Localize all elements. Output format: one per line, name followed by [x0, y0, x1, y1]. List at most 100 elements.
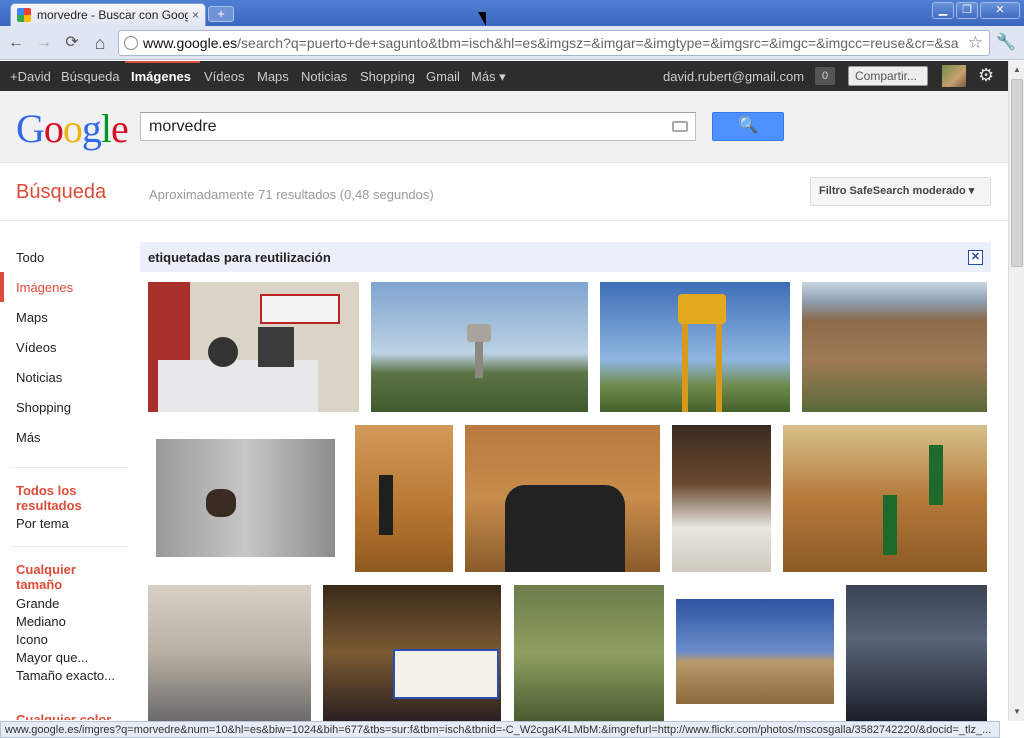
image-result[interactable]: [148, 282, 359, 412]
section-title: Búsqueda: [16, 181, 107, 203]
image-detail: [475, 342, 483, 378]
status-bar: www.google.es/imgres?q=morvedre&num=10&h…: [0, 721, 1000, 738]
browser-toolbar: ← → ⟳ ⌂ www.google.es/search?q=puerto+de…: [0, 26, 1024, 60]
logo-letter: g: [81, 106, 102, 151]
vertical-scrollbar[interactable]: ▲ ▼: [1008, 61, 1024, 721]
all-results-filter[interactable]: Todos los resultados: [16, 483, 116, 513]
google-logo[interactable]: Google: [16, 105, 129, 152]
image-result[interactable]: [156, 439, 335, 557]
reload-button[interactable]: ⟳: [61, 32, 83, 54]
title-bar: morvedre - Buscar con Google × + ▁ ❐ ✕: [0, 0, 1024, 26]
logo-letter: o: [62, 106, 83, 151]
close-filter-icon[interactable]: ✕: [968, 250, 983, 265]
image-detail: [158, 360, 318, 412]
safesearch-dropdown[interactable]: Filtro SafeSearch moderado ▾: [810, 177, 991, 206]
nav-videos[interactable]: Vídeos: [16, 340, 56, 355]
account-email[interactable]: david.rubert@gmail.com: [663, 69, 804, 84]
mouse-cursor-icon: [478, 12, 486, 26]
gbar-imagenes[interactable]: Imágenes: [131, 69, 191, 84]
maximize-button[interactable]: ❐: [956, 2, 978, 19]
gbar-videos[interactable]: Vídeos: [204, 69, 244, 84]
gbar-noticias[interactable]: Noticias: [301, 69, 347, 84]
image-result[interactable]: [323, 585, 501, 721]
search-button[interactable]: 🔍: [712, 112, 784, 141]
share-button[interactable]: Compartir...: [848, 66, 928, 86]
selected-nav-marker: [0, 272, 4, 302]
nav-divider: [10, 546, 128, 547]
gbar-busqueda[interactable]: Búsqueda: [61, 69, 120, 84]
divider: [0, 220, 1008, 221]
color-filter-head[interactable]: Cualquier color: [16, 712, 116, 720]
scroll-up-icon[interactable]: ▲: [1010, 63, 1024, 77]
image-detail: [260, 294, 340, 324]
minimize-button[interactable]: ▁: [932, 2, 954, 19]
result-stats: Aproximadamente 71 resultados (0,48 segu…: [149, 187, 434, 202]
nav-noticias[interactable]: Noticias: [16, 370, 62, 385]
image-detail: [379, 475, 393, 535]
nav-todo[interactable]: Todo: [16, 250, 44, 265]
tab-close-icon[interactable]: ×: [192, 8, 199, 22]
image-result[interactable]: [465, 425, 660, 572]
forward-button[interactable]: →: [33, 32, 55, 54]
image-detail: [258, 327, 294, 367]
image-result[interactable]: [355, 425, 453, 572]
logo-letter: e: [111, 106, 129, 151]
globe-icon: [124, 36, 138, 50]
size-grande[interactable]: Grande: [16, 596, 59, 611]
close-window-button[interactable]: ✕: [980, 2, 1020, 19]
google-favicon-icon: [17, 8, 31, 22]
image-result[interactable]: [676, 599, 834, 704]
new-tab-button[interactable]: +: [208, 6, 234, 22]
reuse-filter-banner: etiquetadas para reutilización: [140, 242, 991, 272]
home-button[interactable]: ⌂: [89, 32, 111, 54]
scroll-down-icon[interactable]: ▼: [1010, 705, 1024, 719]
image-result[interactable]: [148, 585, 311, 721]
active-indicator: [125, 61, 200, 63]
scrollbar-thumb[interactable]: [1011, 79, 1023, 267]
size-icono[interactable]: Icono: [16, 632, 48, 647]
window-controls: ▁ ❐ ✕: [932, 2, 1020, 19]
size-mayor-que[interactable]: Mayor que...: [16, 650, 88, 665]
logo-letter: G: [16, 106, 45, 151]
image-detail: [393, 649, 499, 699]
notification-count[interactable]: 0: [815, 67, 835, 85]
image-result[interactable]: [783, 425, 987, 572]
by-topic-filter[interactable]: Por tema: [16, 516, 69, 531]
gbar-maps[interactable]: Maps: [257, 69, 289, 84]
size-exacto[interactable]: Tamaño exacto...: [16, 668, 115, 683]
image-result[interactable]: [846, 585, 987, 721]
image-result[interactable]: [371, 282, 588, 412]
image-detail: [716, 324, 722, 412]
avatar[interactable]: [942, 65, 966, 87]
gbar-plus-david[interactable]: +David: [10, 69, 51, 84]
gear-icon[interactable]: ⚙: [978, 65, 994, 86]
gbar-gmail[interactable]: Gmail: [426, 69, 460, 84]
image-detail: [929, 445, 943, 505]
nav-maps[interactable]: Maps: [16, 310, 48, 325]
search-header: Google morvedre 🔍: [0, 91, 1008, 163]
gbar-shopping[interactable]: Shopping: [360, 69, 415, 84]
logo-letter: o: [43, 106, 64, 151]
image-result[interactable]: [514, 585, 664, 721]
nav-shopping[interactable]: Shopping: [16, 400, 71, 415]
image-detail: [206, 489, 236, 517]
nav-mas[interactable]: Más: [16, 430, 41, 445]
gbar-mas[interactable]: Más ▾: [471, 69, 506, 85]
bookmark-star-icon[interactable]: ☆: [968, 31, 983, 55]
size-mediano[interactable]: Mediano: [16, 614, 66, 629]
address-bar[interactable]: www.google.es/search?q=puerto+de+sagunto…: [118, 30, 990, 56]
size-filter-head[interactable]: Cualquier tamaño: [16, 562, 116, 592]
browser-tab[interactable]: morvedre - Buscar con Google ×: [10, 3, 206, 26]
back-button[interactable]: ←: [5, 32, 27, 54]
image-result[interactable]: [600, 282, 790, 412]
url-path: /search?q=puerto+de+sagunto&tbm=isch&hl=…: [237, 35, 959, 51]
nav-imagenes[interactable]: Imágenes: [16, 280, 73, 295]
wrench-menu-icon[interactable]: 🔧: [996, 32, 1016, 52]
image-result[interactable]: [672, 425, 771, 572]
image-detail: [883, 495, 897, 555]
logo-letter: l: [100, 106, 112, 151]
image-result[interactable]: [802, 282, 987, 412]
search-input[interactable]: morvedre: [140, 112, 696, 141]
camera-icon[interactable]: [672, 121, 688, 132]
nav-divider: [10, 467, 128, 468]
